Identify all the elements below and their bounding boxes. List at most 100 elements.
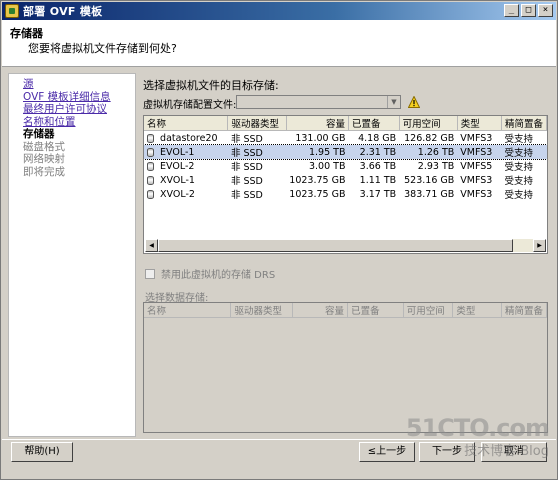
- cell-drive: 非 SSD: [230, 176, 263, 187]
- datastore-icon: [147, 175, 154, 185]
- datastore-table: 名称 驱动器类型 容量 已置备 可用空间 类型 精简置备 datastore20…: [143, 115, 548, 254]
- table-row-selected[interactable]: EVOL-1 非 SSD 1.95 TB 2.31 TB 1.26 TB VMF…: [144, 144, 547, 160]
- cell-name: XVOL-1: [144, 173, 228, 187]
- table-header-row: 名称 驱动器类型 容量 已置备 可用空间 类型 精简置备: [144, 303, 547, 318]
- col-header-capacity: 容量: [292, 303, 349, 318]
- cell-name: datastore20: [144, 131, 228, 146]
- next-button[interactable]: 下一步: [419, 442, 475, 462]
- col-header-drive-type[interactable]: 驱动器类型: [227, 116, 287, 131]
- page-title: 存储器: [10, 27, 43, 40]
- col-header-thin-provisioning: 精简置备: [501, 303, 547, 318]
- datastore-name: datastore20: [160, 132, 218, 144]
- target-storage-label: 选择虚拟机文件的目标存储:: [143, 79, 279, 92]
- step-name-location[interactable]: 名称和位置: [23, 116, 135, 129]
- datastore-secondary-grid: 名称 驱动器类型 容量 已置备 可用空间 类型 精简置备: [144, 303, 547, 318]
- col-header-capacity[interactable]: 容量: [286, 116, 349, 131]
- step-storage: 存储器: [23, 128, 55, 140]
- storage-panel: 选择虚拟机文件的目标存储: 虚拟机存储配置文件: ▼ 名称 驱动器类型 容量 已…: [137, 73, 556, 437]
- col-header-type: 类型: [452, 303, 502, 318]
- scroll-thumb[interactable]: [158, 239, 513, 252]
- scroll-left-icon[interactable]: ◀: [145, 239, 158, 252]
- minimize-button[interactable]: _: [504, 4, 519, 17]
- step-source[interactable]: 源: [23, 78, 135, 91]
- storage-profile-dropdown[interactable]: ▼: [236, 95, 401, 109]
- help-button[interactable]: 帮助(H): [11, 442, 73, 462]
- title-bar[interactable]: 部署 OVF 模板 _ □ ×: [2, 2, 556, 20]
- cell-provisioned: 4.18 GB: [358, 132, 397, 144]
- cell-name: EVOL-1: [144, 145, 228, 159]
- chevron-down-icon[interactable]: ▼: [387, 96, 400, 108]
- disable-storage-drs-label: 禁用此虚拟机的存储 DRS: [161, 270, 276, 281]
- cell-drive: 非 SSD: [230, 162, 263, 173]
- table-row[interactable]: XVOL-1 非 SSD 1023.75 GB 1.11 TB 523.16 G…: [144, 173, 547, 187]
- col-header-name[interactable]: 名称: [144, 116, 229, 131]
- col-header-free-space[interactable]: 可用空间: [399, 116, 458, 131]
- cell-free: 126.82 GB: [404, 132, 455, 144]
- cell-thin: 受支持: [504, 134, 533, 145]
- datastore-icon: [147, 147, 154, 157]
- cell-type: VMFS3: [460, 132, 493, 144]
- datastore-icon: [147, 189, 154, 199]
- maximize-button[interactable]: □: [521, 4, 536, 17]
- wizard-header: 存储器 您要将虚拟机文件存储到何处?: [2, 20, 556, 67]
- cell-type: VMFS3: [460, 188, 493, 200]
- cell-provisioned: 3.17 TB: [359, 188, 397, 200]
- vsphere-app-icon: [5, 4, 19, 18]
- cell-free: 2.93 TB: [417, 160, 455, 172]
- step-disk-format: 磁盘格式: [23, 140, 65, 153]
- cell-drive: 非 SSD: [230, 190, 263, 201]
- col-header-drive-type: 驱动器类型: [230, 303, 293, 318]
- datastore-name: XVOL-2: [160, 188, 195, 200]
- cell-free: 1.26 TB: [399, 145, 458, 159]
- cell-type: VMFS3: [457, 145, 502, 159]
- cell-provisioned: 3.66 TB: [359, 160, 397, 172]
- datastore-name: EVOL-1: [160, 146, 195, 158]
- cancel-button[interactable]: 取消: [481, 442, 547, 462]
- deploy-ovf-dialog: 部署 OVF 模板 _ □ × 存储器 您要将虚拟机文件存储到何处? 源 OVF…: [0, 0, 558, 480]
- scroll-right-icon[interactable]: ▶: [533, 239, 546, 252]
- step-eula[interactable]: 最终用户许可协议: [23, 103, 135, 116]
- table-horizontal-scrollbar[interactable]: ◀ ▶: [145, 239, 546, 252]
- cell-capacity: 3.00 TB: [308, 160, 346, 172]
- back-button[interactable]: ≤上一步: [359, 442, 415, 462]
- cell-type: VMFS3: [460, 174, 493, 186]
- table-row[interactable]: XVOL-2 非 SSD 1023.75 GB 3.17 TB 383.71 G…: [144, 187, 547, 201]
- window-controls: _ □ ×: [504, 4, 553, 17]
- col-header-type[interactable]: 类型: [457, 116, 502, 131]
- step-ovf-details[interactable]: OVF 模板详细信息: [23, 91, 135, 104]
- cell-capacity: 131.00 GB: [295, 132, 346, 144]
- cell-provisioned: 1.11 TB: [359, 174, 397, 186]
- datastore-table-grid: 名称 驱动器类型 容量 已置备 可用空间 类型 精简置备 datastore20…: [144, 116, 547, 201]
- table-row[interactable]: datastore20 非 SSD 131.00 GB 4.18 GB 126.…: [144, 131, 547, 146]
- close-button[interactable]: ×: [538, 4, 553, 17]
- cell-drive: 非 SSD: [227, 145, 287, 159]
- window-title: 部署 OVF 模板: [23, 5, 103, 18]
- scroll-track[interactable]: [158, 239, 533, 252]
- storage-profile-label: 虚拟机存储配置文件:: [143, 100, 237, 111]
- cell-thin: 受支持: [501, 145, 547, 159]
- cell-capacity: 1023.75 GB: [289, 188, 346, 200]
- datastore-name: XVOL-1: [160, 174, 195, 186]
- cell-free: 383.71 GB: [404, 188, 455, 200]
- footer-divider: [2, 439, 556, 440]
- cell-type: VMFS5: [460, 160, 493, 172]
- step-network-mapping: 网络映射: [23, 153, 65, 165]
- cell-thin: 受支持: [504, 190, 533, 201]
- cell-free: 523.16 GB: [404, 174, 455, 186]
- datastore-name: EVOL-2: [160, 160, 195, 172]
- cell-name: EVOL-2: [144, 159, 228, 173]
- col-header-thin-provisioning[interactable]: 精简置备: [501, 116, 547, 131]
- col-header-free-space: 可用空间: [403, 303, 454, 318]
- cell-capacity: 1023.75 GB: [289, 174, 346, 186]
- cell-provisioned: 2.31 TB: [348, 145, 400, 159]
- table-row[interactable]: EVOL-2 非 SSD 3.00 TB 3.66 TB 2.93 TB VMF…: [144, 159, 547, 173]
- col-header-provisioned: 已置备: [347, 303, 404, 318]
- cell-thin: 受支持: [504, 162, 533, 173]
- cell-name: XVOL-2: [144, 187, 228, 201]
- warning-icon: [408, 96, 420, 108]
- col-header-provisioned[interactable]: 已置备: [348, 116, 400, 131]
- col-header-name: 名称: [144, 303, 232, 318]
- datastore-icon: [147, 161, 154, 171]
- disable-storage-drs-checkbox[interactable]: [145, 268, 155, 279]
- table-header-row: 名称 驱动器类型 容量 已置备 可用空间 类型 精简置备: [144, 116, 547, 131]
